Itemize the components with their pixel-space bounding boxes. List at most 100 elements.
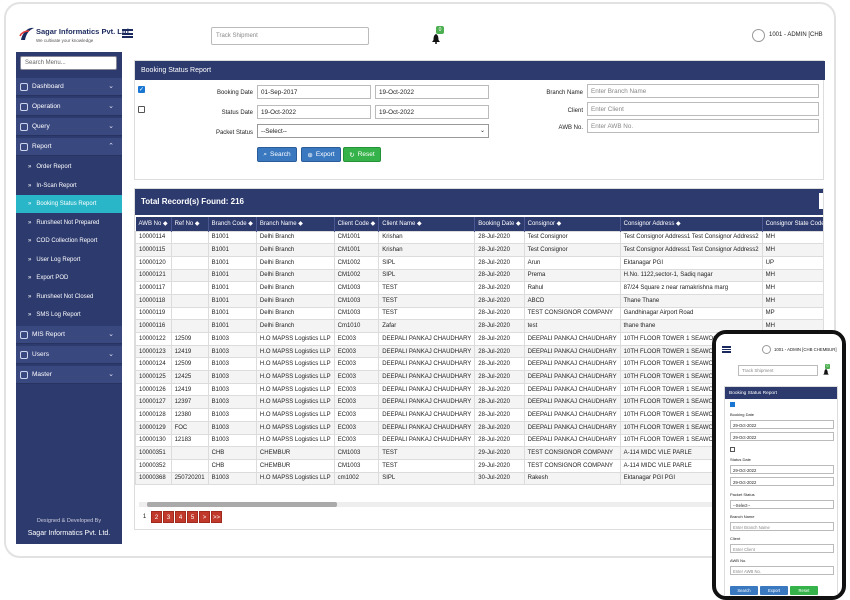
sidebar-item-mis-report[interactable]: MIS Report ⌄ xyxy=(16,326,122,344)
table-cell: H.O MAPSS Logistics LLP xyxy=(255,420,335,435)
mobile-status-checkbox[interactable] xyxy=(730,447,735,452)
sidebar-subitem-label: Export POD xyxy=(36,275,69,281)
arrow-right-icon: » xyxy=(28,219,32,226)
column-header[interactable]: Consignor ◆ xyxy=(524,217,621,231)
mobile-notification-bell[interactable]: 0 xyxy=(823,364,831,376)
client-input[interactable]: Enter Client xyxy=(587,102,819,116)
table-cell: CM1001 xyxy=(333,230,380,245)
sidebar-item-dashboard[interactable]: Dashboard ⌄ xyxy=(16,78,122,96)
notification-count-badge: 0 xyxy=(436,26,444,34)
sidebar-subitem-order-report[interactable]: » Order Report xyxy=(16,158,122,176)
table-row[interactable]: 10000121 B1001 Delhi Branch CM1002 SIPL 28-Ju… xyxy=(135,268,823,283)
sidebar-subitem-sms-log-report[interactable]: » SMS Log Report xyxy=(16,306,122,324)
page-link[interactable]: 1 xyxy=(139,511,150,523)
page-link[interactable]: 3 xyxy=(163,511,174,523)
table-cell: 12183 xyxy=(170,433,209,448)
table-cell: H.O MAPSS Logistics LLP xyxy=(255,395,335,410)
notification-count-badge: 0 xyxy=(825,364,830,369)
column-header[interactable]: Client Code ◆ xyxy=(334,217,380,231)
mobile-export-button[interactable]: Export xyxy=(760,586,788,595)
column-header[interactable]: Branch Code ◆ xyxy=(208,217,257,231)
notification-bell[interactable]: 0 xyxy=(432,26,446,46)
sidebar-subitem-runsheet-not-prepared[interactable]: » Runsheet Not Prepared xyxy=(16,214,122,232)
table-cell: EC003 xyxy=(333,332,380,346)
search-button[interactable]: ⌕ Search xyxy=(257,147,297,162)
mobile-reset-button[interactable]: Reset xyxy=(790,586,818,595)
column-header[interactable]: Consignor Address ◆ xyxy=(620,217,763,231)
sidebar-subitem-cod-collection-report[interactable]: » COD Collection Report xyxy=(16,232,122,250)
table-row[interactable]: 10000114 B1001 Delhi Branch CM1001 Krishan 28… xyxy=(135,230,823,245)
sidebar-item-query[interactable]: Query ⌄ xyxy=(16,118,122,136)
sidebar-item-operation[interactable]: Operation ⌄ xyxy=(16,98,122,116)
track-shipment-input[interactable]: Track Shipment xyxy=(211,27,369,45)
brand-name: Sagar Informatics Pvt. Ltd. xyxy=(36,27,132,36)
sidebar-subitem-runsheet-not-closed[interactable]: » Runsheet Not Closed xyxy=(16,288,122,306)
page-link[interactable]: >> xyxy=(211,511,222,523)
booking-date-checkbox[interactable] xyxy=(138,86,145,93)
table-row[interactable]: 10000120 B1001 Delhi Branch CM1002 SIPL 28-Ju… xyxy=(135,255,823,270)
column-header[interactable]: Branch Name ◆ xyxy=(256,217,335,231)
booking-date-to[interactable]: 19-Oct-2022 xyxy=(375,85,489,99)
page-link[interactable]: 5 xyxy=(187,511,198,523)
table-cell: 29-Jul-2020 xyxy=(474,446,525,460)
arrow-right-icon: » xyxy=(28,182,32,189)
mobile-track-input[interactable]: Track Shipment xyxy=(738,365,818,376)
table-row[interactable]: 10000118 B1001 Delhi Branch CM1003 TEST 28-Ju… xyxy=(135,293,823,308)
arrow-right-icon: » xyxy=(28,312,32,318)
mobile-booking-to[interactable]: 29-Oct-2022 xyxy=(730,432,834,441)
sidebar-item-master[interactable]: Master ⌄ xyxy=(16,366,122,384)
mobile-packet-select[interactable]: --Select-- xyxy=(730,500,834,509)
status-date-checkbox[interactable] xyxy=(138,106,145,113)
hamburger-menu-icon[interactable] xyxy=(722,346,731,353)
table-row[interactable]: 10000119 B1001 Delhi Branch CM1003 TEST 28-Ju… xyxy=(135,306,823,321)
packet-status-select[interactable]: --Select-- ⌄ xyxy=(257,124,489,138)
export-button[interactable]: ⊕ Export xyxy=(301,147,341,162)
sidebar-subitem-user-log-report[interactable]: » User Log Report xyxy=(16,251,122,269)
booking-date-from[interactable]: 01-Sep-2017 xyxy=(257,85,371,99)
awb-no-input[interactable]: Enter AWB No. xyxy=(587,119,819,133)
reset-button[interactable]: ↻ Reset xyxy=(343,147,381,162)
table-cell: B1003 xyxy=(207,471,257,486)
table-cell: B1003 xyxy=(207,370,257,384)
mobile-search-button[interactable]: Search xyxy=(730,586,758,595)
column-header[interactable]: Booking Date ◆ xyxy=(474,217,525,231)
mobile-booking-from[interactable]: 29-Oct-2022 xyxy=(730,420,834,429)
bell-icon xyxy=(823,369,829,375)
page-link[interactable]: 2 xyxy=(151,511,162,523)
mobile-awb-input[interactable]: Enter AWB No. xyxy=(730,566,834,575)
table-cell: DEEPALI PANKAJ CHAUDHARY xyxy=(378,344,476,359)
mobile-filter-panel: Booking Status Report Booking Date 29-Oc… xyxy=(724,386,838,596)
table-cell: H.O MAPSS Logistics LLP xyxy=(255,471,335,486)
table-cell: DEEPALI PANKAJ CHAUDHARY xyxy=(523,357,621,372)
page-link[interactable]: 4 xyxy=(175,511,186,523)
status-date-to[interactable]: 19-Oct-2022 xyxy=(375,105,489,119)
sidebar-subitem-in-scan-report[interactable]: » In-Scan Report xyxy=(16,177,122,195)
column-header[interactable]: Client Name ◆ xyxy=(378,217,476,231)
table-row[interactable]: 10000117 B1001 Delhi Branch CM1003 TEST 28-Ju… xyxy=(135,281,823,295)
status-date-from[interactable]: 19-Oct-2022 xyxy=(257,105,371,119)
sidebar-subitem-export-pod[interactable]: » Export POD xyxy=(16,269,122,287)
mobile-status-to[interactable]: 29-Oct-2022 xyxy=(730,477,834,486)
hamburger-menu-icon[interactable] xyxy=(122,29,133,38)
table-cell: FOC xyxy=(170,420,209,435)
column-header[interactable]: Consignor State Code ◆ xyxy=(762,217,823,231)
page-link[interactable]: > xyxy=(199,511,210,523)
mobile-booking-checkbox[interactable] xyxy=(730,402,735,407)
scrollbar-thumb[interactable] xyxy=(147,502,337,507)
column-header[interactable]: AWB No ◆ xyxy=(135,217,172,231)
table-cell xyxy=(170,255,209,270)
table-cell: 10000120 xyxy=(135,255,172,270)
table-row[interactable]: 10000115 B1001 Delhi Branch CM1001 Krishan 28… xyxy=(135,243,823,257)
sidebar-item-users[interactable]: Users ⌄ xyxy=(16,346,122,364)
sidebar-subitem-booking-status-report[interactable]: » Booking Status Report xyxy=(16,195,122,213)
sidebar-item-report[interactable]: Report ⌃ xyxy=(16,138,122,156)
mobile-client-input[interactable]: Enter Client xyxy=(730,544,834,553)
column-header[interactable]: Ref No ◆ xyxy=(171,217,209,231)
table-cell: SIPL xyxy=(378,471,476,486)
search-menu-input[interactable]: Search Menu... xyxy=(20,56,117,70)
mobile-status-from[interactable]: 29-Oct-2022 xyxy=(730,465,834,474)
mobile-branch-input[interactable]: Enter Branch Name xyxy=(730,522,834,531)
brand-logo[interactable]: Sagar Informatics Pvt. Ltd. We cultivate… xyxy=(18,24,131,48)
table-cell: 12397 xyxy=(170,395,209,410)
branch-name-input[interactable]: Enter Branch Name xyxy=(587,84,819,98)
